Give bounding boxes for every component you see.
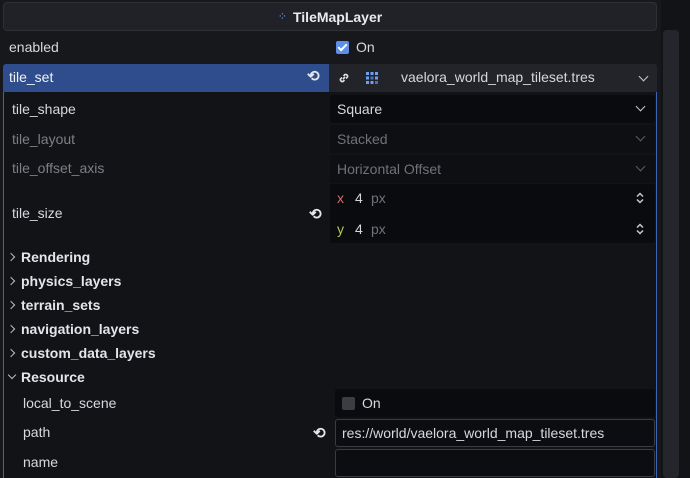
section-navigation-layers[interactable]: navigation_layers <box>6 319 326 341</box>
chevron-right-icon <box>6 324 16 334</box>
tile-offset-axis-label: tile_offset_axis <box>12 160 105 176</box>
tile-set-revert-icon[interactable]: ⟲ <box>307 69 320 84</box>
tile-size-y-spinbox[interactable]: y 4 px <box>330 215 655 243</box>
chevron-right-icon <box>6 276 16 286</box>
tile-offset-axis-value: Horizontal Offset <box>337 161 442 177</box>
section-physics-layers-label: physics_layers <box>21 273 122 289</box>
local-to-scene-value-label[interactable]: On <box>362 395 381 411</box>
spinner-arrows-icon[interactable] <box>636 192 644 204</box>
chevron-down-icon <box>635 161 646 172</box>
name-label: name <box>23 454 59 470</box>
path-revert-icon[interactable]: ⟲ <box>313 426 326 441</box>
section-navigation-layers-label: navigation_layers <box>21 321 140 337</box>
chevron-down-icon <box>7 370 17 380</box>
section-resource[interactable]: Resource <box>6 367 326 389</box>
chevron-right-icon <box>6 252 16 262</box>
tile-size-y-unit: px <box>371 221 386 237</box>
tilemaplayer-icon: ⁘ <box>277 11 287 23</box>
inspector-title: TileMapLayer <box>292 8 383 25</box>
chevron-down-icon[interactable] <box>635 101 646 112</box>
local-to-scene-label: local_to_scene <box>23 395 117 411</box>
tile-size-y-axis-label: y <box>337 221 344 237</box>
spinner-arrows-icon[interactable] <box>636 223 644 235</box>
enabled-checkbox[interactable] <box>336 41 349 54</box>
tile-set-label: tile_set <box>9 69 54 85</box>
tile-shape-label: tile_shape <box>12 101 76 117</box>
tile-size-x-value[interactable]: 4 <box>355 190 363 206</box>
section-physics-layers[interactable]: physics_layers <box>6 271 326 293</box>
chevron-right-icon <box>6 300 16 310</box>
path-input[interactable]: res://world/vaelora_world_map_tileset.tr… <box>335 419 655 447</box>
enabled-label: enabled <box>9 39 59 55</box>
path-value: res://world/vaelora_world_map_tileset.tr… <box>342 425 605 441</box>
section-custom-data-layers[interactable]: custom_data_layers <box>6 343 326 365</box>
link-icon[interactable] <box>337 71 351 85</box>
section-rendering[interactable]: Rendering <box>6 247 326 269</box>
inspector-header: ⁘ TileMapLayer <box>3 2 657 31</box>
chevron-down-icon <box>635 131 646 142</box>
tile-size-x-unit: px <box>371 190 386 206</box>
tile-layout-dropdown: Stacked <box>330 125 655 153</box>
tile-shape-dropdown[interactable]: Square <box>330 95 655 123</box>
section-terrain-sets[interactable]: terrain_sets <box>6 295 326 317</box>
scrollbar-thumb[interactable] <box>663 30 679 478</box>
chevron-down-icon[interactable] <box>638 71 649 82</box>
enabled-value-label[interactable]: On <box>356 39 375 55</box>
section-rendering-label: Rendering <box>21 249 91 265</box>
section-custom-data-layers-label: custom_data_layers <box>21 345 156 361</box>
tile-size-revert-icon[interactable]: ⟲ <box>309 207 322 222</box>
tile-shape-value: Square <box>337 101 383 117</box>
path-label: path <box>23 424 51 440</box>
tile-set-value[interactable]: vaelora_world_map_tileset.tres <box>401 69 595 85</box>
chevron-right-icon <box>6 348 16 358</box>
tile-layout-label: tile_layout <box>12 131 76 147</box>
tile-set-row[interactable]: tile_set ⟲ <box>3 64 329 92</box>
local-to-scene-checkbox[interactable] <box>342 397 355 410</box>
tile-size-x-axis-label: x <box>337 190 344 206</box>
tileset-icon <box>366 72 378 84</box>
section-terrain-sets-label: terrain_sets <box>21 297 101 313</box>
tile-offset-axis-dropdown: Horizontal Offset <box>330 155 655 183</box>
tile-size-x-spinbox[interactable]: x 4 px <box>330 184 655 213</box>
tile-size-y-value[interactable]: 4 <box>355 221 363 237</box>
tile-layout-value: Stacked <box>337 131 388 147</box>
section-resource-label: Resource <box>21 369 85 385</box>
tile-size-vector-field: x 4 px y 4 px <box>330 184 655 243</box>
name-input[interactable] <box>335 449 655 477</box>
tile-set-resource-picker[interactable]: vaelora_world_map_tileset.tres <box>329 64 657 92</box>
tile-size-label: tile_size <box>12 205 63 221</box>
local-to-scene-toggle[interactable]: On <box>335 389 655 417</box>
